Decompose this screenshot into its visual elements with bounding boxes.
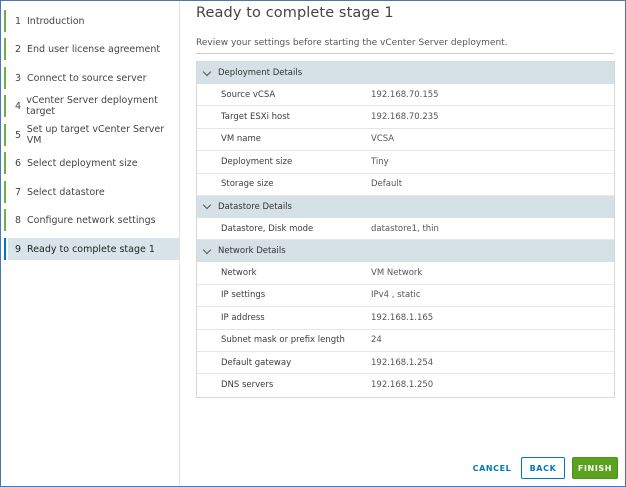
back-button[interactable]: BACK <box>521 457 565 479</box>
step-label: Configure network settings <box>27 214 156 226</box>
step-complete-indicator <box>4 95 6 117</box>
step-complete-indicator <box>4 209 6 231</box>
step-label: vCenter Server deployment target <box>26 95 158 117</box>
row-label: DNS servers <box>221 380 274 391</box>
row-value: datastore1, thin <box>371 223 439 234</box>
finish-button[interactable]: FINISH <box>572 457 618 479</box>
step-number: 2 <box>15 43 22 55</box>
step-label: Introduction <box>27 15 85 27</box>
step-label: End user license agreement <box>27 43 161 55</box>
page-title: Ready to complete stage 1 <box>196 5 394 21</box>
step-complete-indicator <box>4 152 6 174</box>
step-complete-indicator <box>4 10 6 32</box>
row-value: Default <box>371 179 403 190</box>
row-value: 192.168.1.165 <box>371 312 434 323</box>
chevron-down-icon[interactable] <box>202 67 212 76</box>
step-connect-source[interactable]: 3 Connect to source server <box>4 67 179 89</box>
wizard-window: 1 Introduction 2 End user license agreem… <box>0 0 626 487</box>
row-value: 192.168.70.235 <box>371 112 439 123</box>
row-label: VM name <box>221 134 261 145</box>
step-label: Ready to complete stage 1 <box>27 243 155 255</box>
row-label: Source vCSA <box>221 89 276 100</box>
row-label: Subnet mask or prefix length <box>221 335 345 346</box>
step-label: Select datastore <box>27 186 105 198</box>
summary-row: DNS servers 192.168.1.250 <box>197 374 614 396</box>
step-deployment-target[interactable]: 4 vCenter Server deployment target <box>4 95 179 117</box>
section-deployment-details[interactable]: Deployment Details <box>197 62 614 84</box>
step-number: 4 <box>15 100 22 112</box>
row-value: 192.168.1.250 <box>371 380 434 391</box>
section-datastore-details[interactable]: Datastore Details <box>197 195 614 218</box>
summary-row: VM name VCSA <box>197 129 614 152</box>
step-complete-indicator <box>4 67 6 89</box>
row-value: 192.168.1.254 <box>371 357 434 368</box>
wizard-steps-sidebar: 1 Introduction 2 End user license agreem… <box>1 1 180 486</box>
step-label: Select deployment size <box>27 157 138 169</box>
summary-row: Subnet mask or prefix length 24 <box>197 330 614 352</box>
row-label: IP address <box>221 312 265 323</box>
summary-row: IP settings IPv4 , static <box>197 285 614 308</box>
step-number: 3 <box>15 72 22 84</box>
step-number: 6 <box>15 157 22 169</box>
summary-row: Target ESXi host 192.168.70.235 <box>197 106 614 129</box>
row-label: Default gateway <box>221 357 292 368</box>
row-label: Network <box>221 268 257 279</box>
main-panel: Ready to complete stage 1 Review your se… <box>180 1 625 486</box>
chevron-down-icon[interactable] <box>202 201 212 210</box>
step-number: 8 <box>15 214 22 226</box>
row-label: Target ESXi host <box>221 112 291 123</box>
summary-panel[interactable]: Deployment Details Source vCSA 192.168.7… <box>196 61 615 398</box>
cancel-button[interactable]: CANCEL <box>470 457 514 479</box>
summary-row: Deployment size Tiny <box>197 151 614 174</box>
step-ready-to-complete[interactable]: 9 Ready to complete stage 1 <box>4 238 179 260</box>
row-label: Datastore, Disk mode <box>221 223 314 234</box>
row-label: Deployment size <box>221 156 293 167</box>
row-value: 24 <box>371 335 382 346</box>
summary-row: Storage size Default <box>197 174 614 196</box>
step-complete-indicator <box>4 124 6 146</box>
header-divider <box>196 53 614 54</box>
step-number: 1 <box>15 15 22 27</box>
section-network-details[interactable]: Network Details <box>197 240 614 263</box>
step-number: 5 <box>15 129 22 141</box>
step-number: 7 <box>15 186 22 198</box>
step-label: Connect to source server <box>27 72 147 84</box>
summary-row: IP address 192.168.1.165 <box>197 307 614 330</box>
row-value: IPv4 , static <box>371 290 421 301</box>
step-select-datastore[interactable]: 7 Select datastore <box>4 181 179 203</box>
section-title: Datastore Details <box>218 201 292 212</box>
row-value: VM Network <box>371 268 423 279</box>
row-label: Storage size <box>221 179 274 190</box>
section-title: Deployment Details <box>218 68 303 78</box>
step-active-indicator <box>4 238 6 260</box>
step-complete-indicator <box>4 38 6 60</box>
summary-row: Datastore, Disk mode datastore1, thin <box>197 218 614 241</box>
row-value: VCSA <box>371 134 395 145</box>
step-number: 9 <box>15 243 22 255</box>
step-complete-indicator <box>4 181 6 203</box>
chevron-down-icon[interactable] <box>202 245 212 255</box>
page-subtitle: Review your settings before starting the… <box>196 38 508 48</box>
summary-row: Source vCSA 192.168.70.155 <box>197 84 614 107</box>
step-label: Set up target vCenter Server VM <box>26 124 165 146</box>
step-introduction[interactable]: 1 Introduction <box>4 10 179 32</box>
row-value: Tiny <box>371 156 389 167</box>
step-setup-target-vm[interactable]: 5 Set up target vCenter Server VM <box>4 124 179 146</box>
row-label: IP settings <box>221 290 266 301</box>
step-eula[interactable]: 2 End user license agreement <box>4 38 179 60</box>
step-deployment-size[interactable]: 6 Select deployment size <box>4 152 179 174</box>
step-network-settings[interactable]: 8 Configure network settings <box>4 209 179 231</box>
row-value: 192.168.70.155 <box>371 89 439 100</box>
summary-row: Network VM Network <box>197 262 614 285</box>
section-title: Network Details <box>218 246 286 257</box>
summary-row: Default gateway 192.168.1.254 <box>197 352 614 375</box>
